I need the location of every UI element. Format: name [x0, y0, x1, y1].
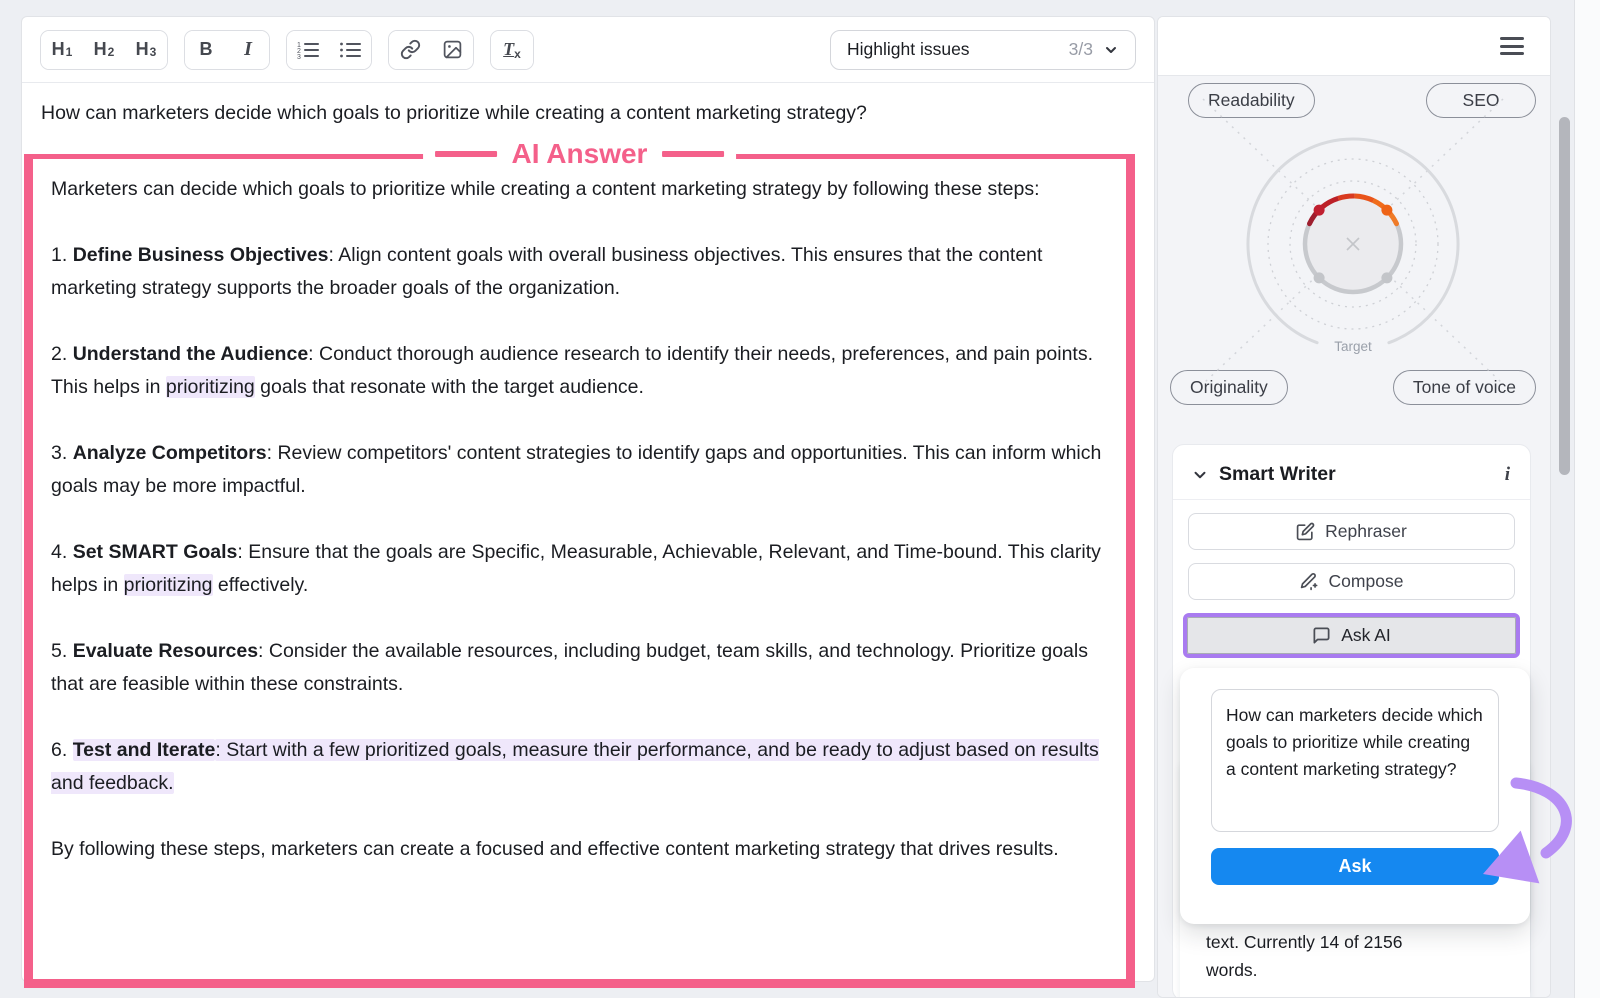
- smart-writer-header: Smart Writer i: [1173, 445, 1530, 500]
- clear-formatting-x: x: [514, 47, 521, 61]
- target-label: Target: [1334, 339, 1372, 354]
- editor-panel: H1 H2 H3 B I 1 2 3: [21, 16, 1155, 982]
- ask-button[interactable]: Ask: [1211, 848, 1499, 885]
- readability-score-dot: [1314, 205, 1325, 216]
- ordered-list-button[interactable]: 1 2 3: [287, 31, 329, 69]
- highlight-issues-dropdown[interactable]: Highlight issues 3/3: [830, 30, 1136, 70]
- rephraser-edit-icon: [1296, 522, 1315, 541]
- answer-paragraph: By following these steps, marketers can …: [51, 833, 1106, 866]
- annotation-dash-left: [435, 151, 497, 157]
- ask-ai-highlight-outline: Ask AI: [1183, 613, 1520, 658]
- clear-formatting-button[interactable]: Tx: [491, 31, 533, 69]
- ai-answer-annotation: AI Answer: [423, 138, 737, 170]
- ask-ai-button[interactable]: Ask AI: [1187, 617, 1516, 654]
- window-edge-strip: [1574, 0, 1600, 998]
- h3-button[interactable]: H3: [125, 31, 167, 69]
- svg-text:3: 3: [297, 54, 301, 60]
- seo-score-dot: [1381, 205, 1392, 216]
- ask-ai-label: Ask AI: [1341, 625, 1391, 646]
- tone-score-dot: [1381, 272, 1392, 283]
- sidebar-header: [1158, 17, 1550, 76]
- answer-paragraph: 6. Test and Iterate: Start with a few pr…: [51, 734, 1106, 800]
- compose-pen-icon: [1300, 572, 1319, 591]
- ordered-list-icon: 1 2 3: [297, 40, 319, 60]
- chevron-down-icon: [1103, 42, 1119, 58]
- h1-sub: 1: [66, 45, 73, 59]
- assistant-sidebar: Readability SEO Originality Tone of voic…: [1157, 16, 1551, 998]
- link-icon: [400, 39, 421, 60]
- link-button[interactable]: [389, 31, 431, 69]
- h3-label: H: [136, 39, 149, 60]
- bullet-list-icon: [339, 40, 361, 60]
- image-button[interactable]: [431, 31, 473, 69]
- originality-score-dot: [1314, 272, 1325, 283]
- h3-sub: 3: [150, 45, 157, 59]
- rephraser-label: Rephraser: [1325, 521, 1407, 542]
- ai-answer-text[interactable]: Marketers can decide which goals to prio…: [51, 173, 1106, 866]
- editor-question-text[interactable]: How can marketers decide which goals to …: [41, 98, 1134, 128]
- ai-answer-box: AI Answer Marketers can decide which goa…: [24, 154, 1135, 988]
- bullet-list-button[interactable]: [329, 31, 371, 69]
- answer-paragraph: Marketers can decide which goals to prio…: [51, 173, 1106, 206]
- h2-sub: 2: [108, 45, 115, 59]
- h2-button[interactable]: H2: [83, 31, 125, 69]
- sidebar-body: Readability SEO Originality Tone of voic…: [1158, 76, 1550, 997]
- word-count-text: text. Currently 14 of 2156 words.: [1206, 929, 1403, 984]
- clear-formatting-t: T: [503, 39, 514, 60]
- answer-paragraph: 1. Define Business Objectives: Align con…: [51, 239, 1106, 305]
- answer-paragraph: 3. Analyze Competitors: Review competito…: [51, 437, 1106, 503]
- image-icon: [442, 39, 463, 60]
- answer-paragraph: 4. Set SMART Goals: Ensure that the goal…: [51, 536, 1106, 602]
- smart-writer-buttons: Rephraser Compose Ask AI: [1173, 500, 1530, 658]
- rephraser-button[interactable]: Rephraser: [1188, 513, 1515, 550]
- annotation-dash-right: [662, 151, 724, 157]
- target-score-gauge: Target: [1158, 84, 1549, 384]
- clear-format-group: Tx: [490, 30, 534, 70]
- insert-button-group: [388, 30, 474, 70]
- bold-button[interactable]: B: [185, 31, 227, 69]
- format-button-group: B I: [184, 30, 270, 70]
- h2-label: H: [94, 39, 107, 60]
- answer-paragraph: 5. Evaluate Resources: Consider the avai…: [51, 635, 1106, 701]
- highlight-issues-label: Highlight issues: [847, 39, 970, 60]
- compose-button[interactable]: Compose: [1188, 563, 1515, 600]
- highlight-issues-count: 3/3: [1069, 39, 1093, 60]
- ai-answer-label: AI Answer: [512, 138, 648, 170]
- page-scrollbar[interactable]: [1559, 117, 1570, 475]
- h1-button[interactable]: H1: [41, 31, 83, 69]
- italic-button[interactable]: I: [227, 31, 269, 69]
- hamburger-icon[interactable]: [1500, 37, 1524, 55]
- answer-paragraph: 2. Understand the Audience: Conduct thor…: [51, 338, 1106, 404]
- chat-bubble-icon: [1312, 626, 1331, 645]
- info-icon[interactable]: i: [1505, 464, 1510, 486]
- h1-label: H: [52, 39, 65, 60]
- heading-button-group: H1 H2 H3: [40, 30, 168, 70]
- list-button-group: 1 2 3: [286, 30, 372, 70]
- ask-ai-question-input[interactable]: How can marketers decide which goals to …: [1211, 689, 1499, 832]
- smart-writer-title: Smart Writer: [1219, 463, 1336, 486]
- editor-toolbar: H1 H2 H3 B I 1 2 3: [22, 17, 1154, 83]
- compose-label: Compose: [1329, 571, 1404, 592]
- ask-ai-popup: How can marketers decide which goals to …: [1180, 668, 1530, 924]
- collapse-chevron-icon[interactable]: [1191, 466, 1209, 484]
